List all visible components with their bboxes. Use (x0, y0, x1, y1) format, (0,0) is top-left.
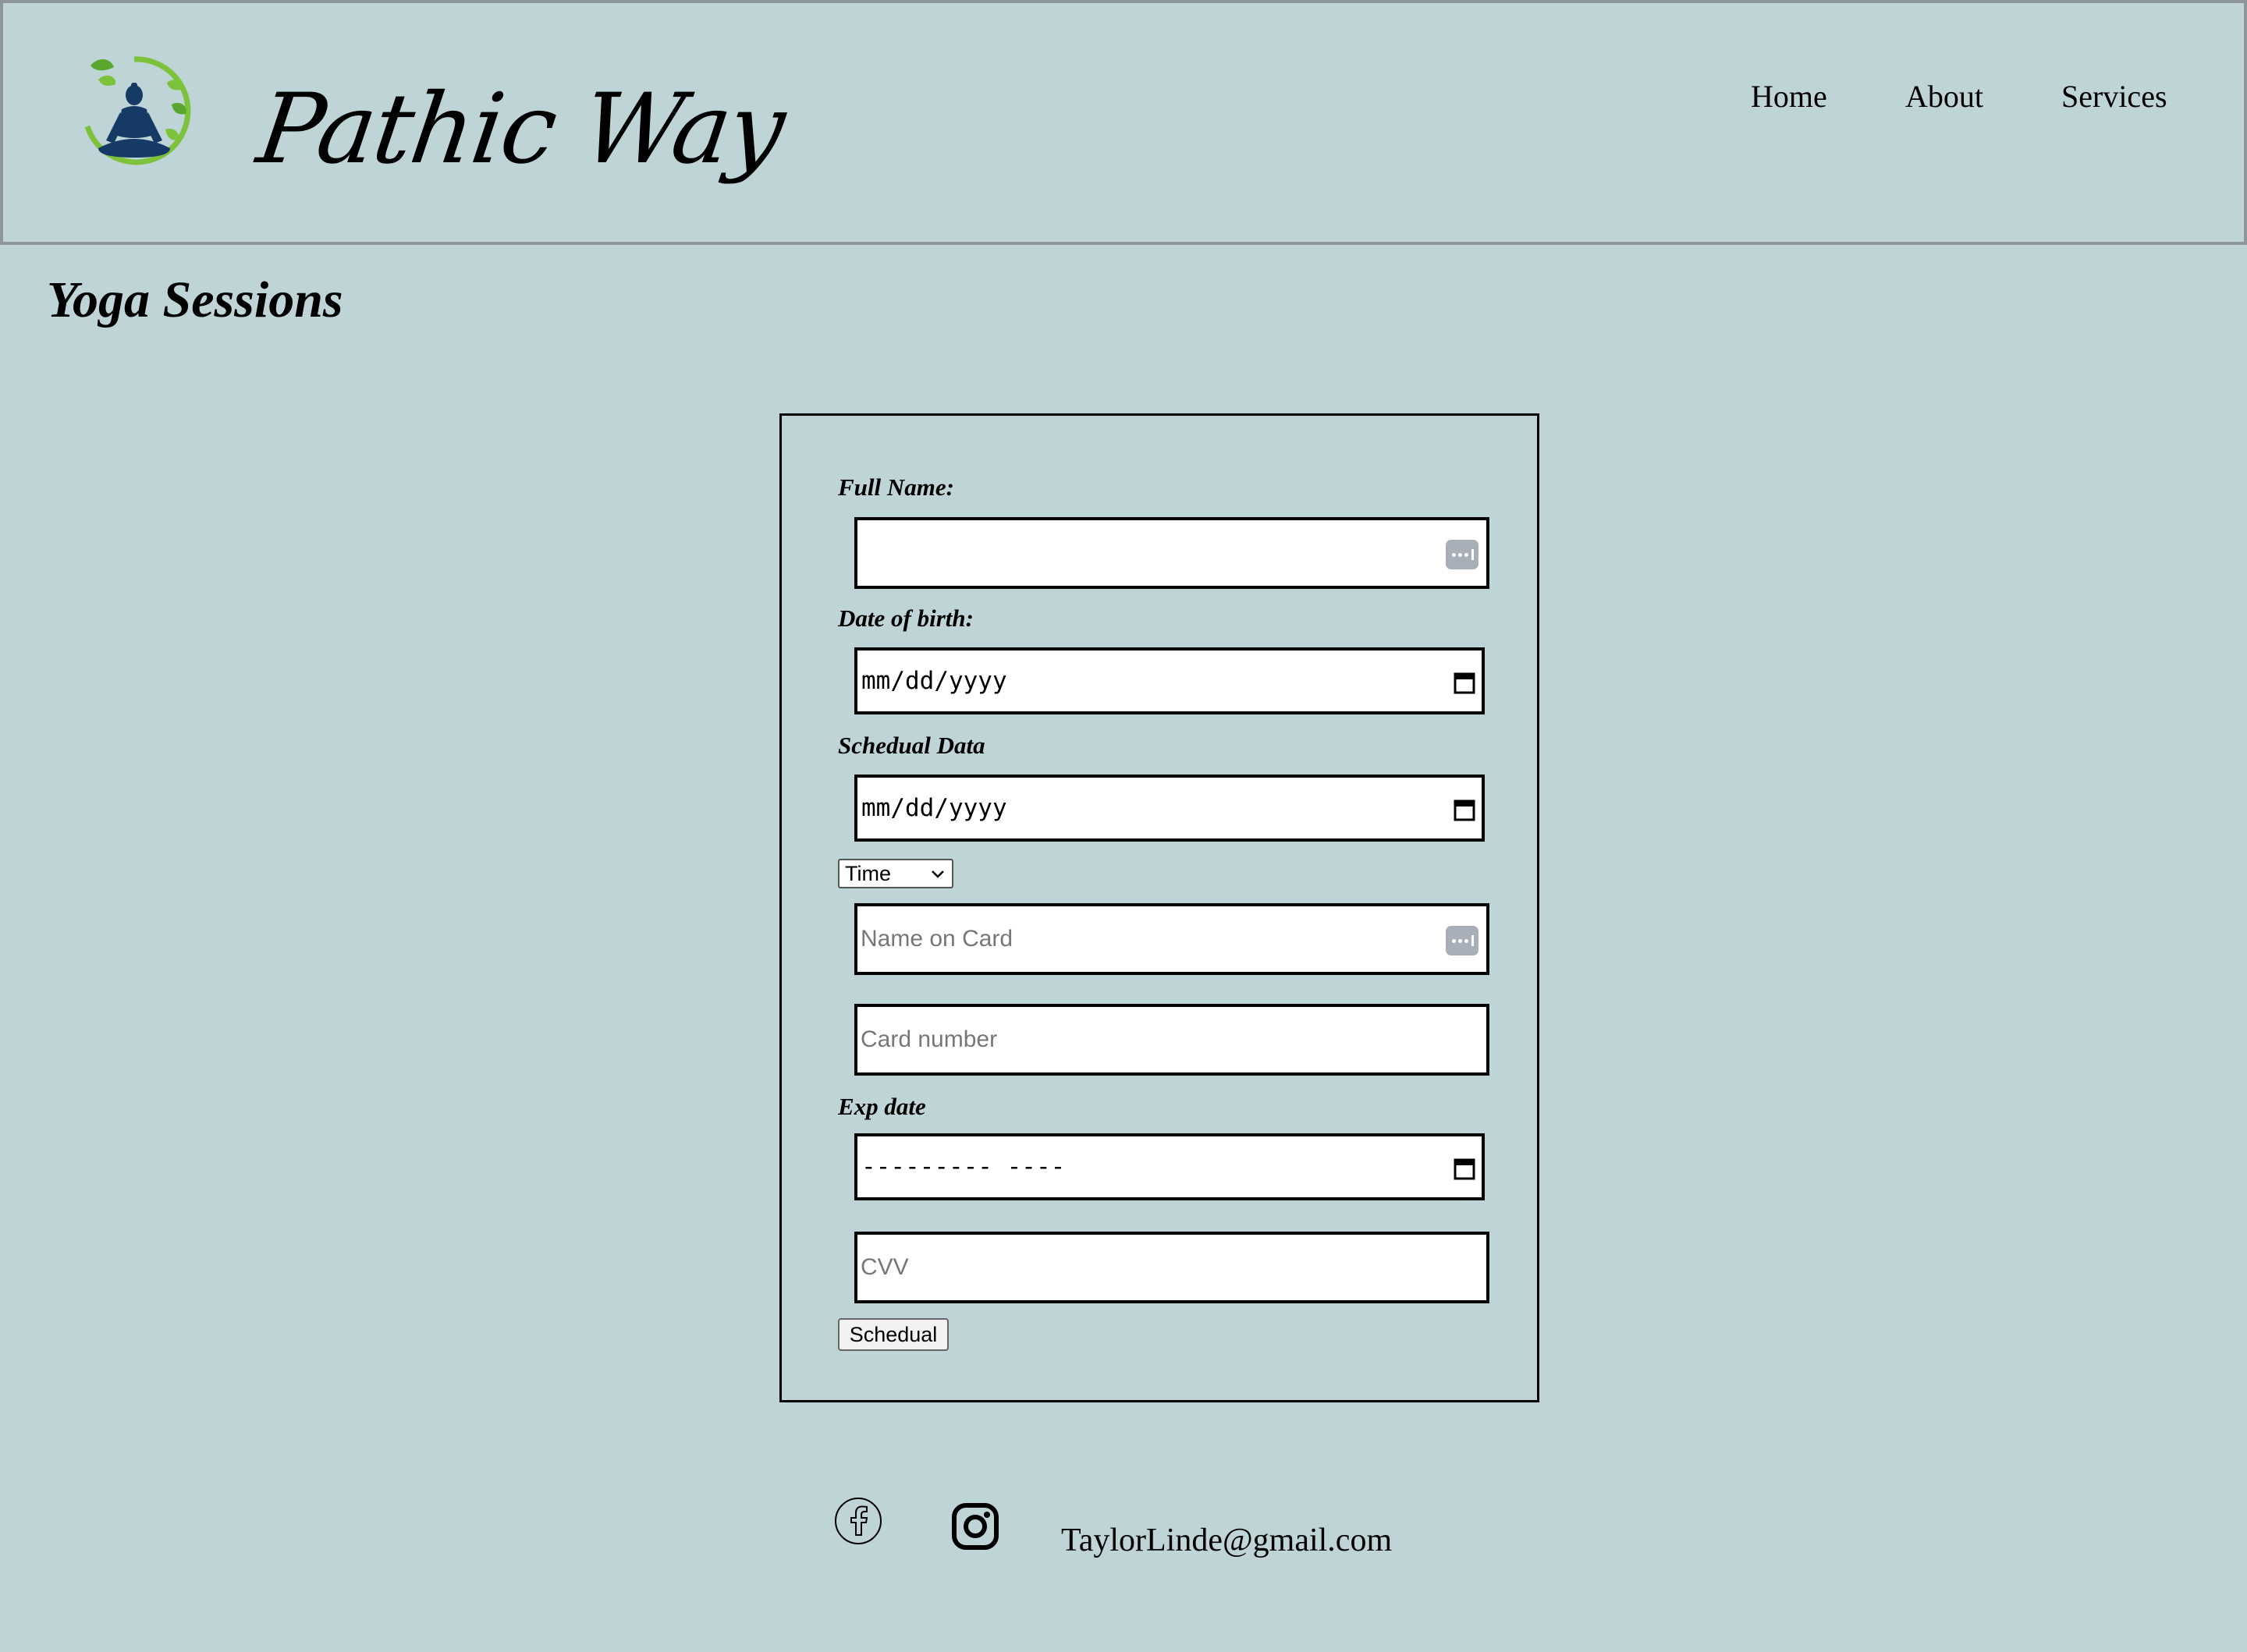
nav-home-link[interactable]: Home (1751, 81, 1827, 112)
exp-date-value: --------- ---- (861, 1153, 1066, 1181)
booking-form: Full Name: Date of birth: mm/dd/yyyy Sch… (779, 413, 1539, 1402)
cvv-input[interactable] (861, 1235, 1393, 1300)
password-manager-icon[interactable] (1446, 926, 1478, 955)
site-header: Pathic Way Home About Services (0, 0, 2247, 245)
schedule-submit-button[interactable]: Schedual (838, 1318, 949, 1351)
time-select[interactable]: Time (838, 859, 953, 888)
exp-date-label: Exp date (838, 1093, 926, 1120)
full-name-input[interactable] (861, 520, 1393, 586)
card-name-input[interactable] (861, 906, 1393, 972)
page-title: Yoga Sessions (47, 271, 343, 328)
calendar-icon[interactable] (1454, 797, 1475, 822)
full-name-label: Full Name: (838, 473, 954, 501)
dob-label: Date of birth: (838, 604, 974, 632)
time-select-value: Time (845, 862, 891, 885)
instagram-icon[interactable] (950, 1501, 1000, 1551)
contact-email[interactable]: TaylorLinde@gmail.com (1061, 1524, 1392, 1557)
meditation-lotus-icon[interactable] (75, 48, 193, 176)
card-name-field[interactable] (854, 903, 1489, 975)
schedule-date-value: mm/dd/yyyy (861, 794, 1007, 822)
nav-about-link[interactable]: About (1905, 81, 1983, 112)
full-name-field[interactable] (854, 517, 1489, 589)
brand-name: Pathic Way (250, 73, 790, 186)
dob-field[interactable]: mm/dd/yyyy (854, 647, 1485, 714)
calendar-icon[interactable] (1454, 1156, 1475, 1181)
schedule-date-field[interactable]: mm/dd/yyyy (854, 775, 1485, 842)
schedule-date-label: Schedual Data (838, 732, 985, 759)
exp-date-field[interactable]: --------- ---- (854, 1133, 1485, 1200)
nav-services-link[interactable]: Services (2061, 81, 2167, 112)
facebook-icon[interactable] (833, 1496, 883, 1546)
password-manager-icon[interactable] (1446, 540, 1478, 569)
chevron-down-icon (932, 870, 944, 878)
card-number-input[interactable] (861, 1007, 1393, 1072)
calendar-icon[interactable] (1454, 670, 1475, 695)
dob-value: mm/dd/yyyy (861, 667, 1007, 695)
card-number-field[interactable] (854, 1004, 1489, 1076)
cvv-field[interactable] (854, 1232, 1489, 1303)
